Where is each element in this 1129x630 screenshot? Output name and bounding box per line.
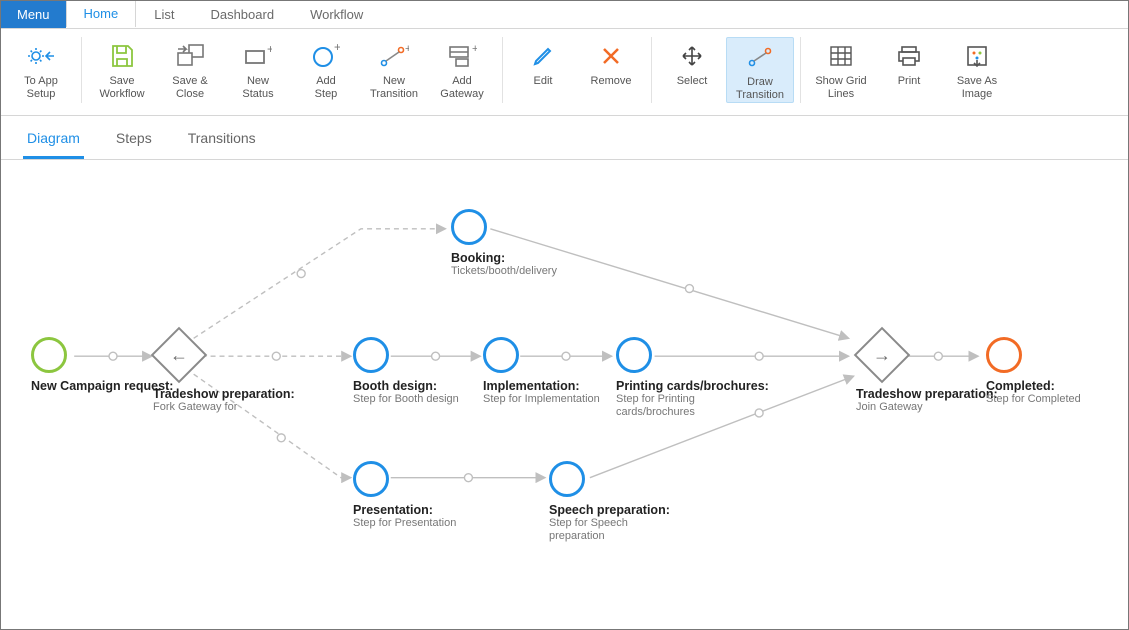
tab-list[interactable]: List (136, 1, 192, 28)
node-presentation[interactable]: Presentation: Step for Presentation (353, 461, 456, 530)
tab-workflow[interactable]: Workflow (292, 1, 381, 28)
save-image-icon (960, 41, 994, 71)
ribbon-label: Print (898, 75, 921, 88)
node-desc: Step for Completed (986, 393, 1081, 406)
ribbon-new-transition[interactable]: + NewTransition (360, 37, 428, 103)
ribbon-add-gateway[interactable]: + AddGateway (428, 37, 496, 103)
node-desc: Step for Printing cards/brochures (616, 393, 746, 419)
end-event-icon (986, 337, 1022, 373)
svg-text:+: + (472, 44, 477, 55)
menu-button[interactable]: Menu (1, 1, 66, 28)
node-completed[interactable]: Completed: Step for Completed (986, 337, 1081, 406)
node-implementation[interactable]: Implementation: Step for Implementation (483, 337, 600, 406)
pencil-icon (526, 41, 560, 71)
gateway-fork-icon: ← (159, 335, 295, 375)
ribbon-edit[interactable]: Edit (509, 37, 577, 103)
node-booth-design[interactable]: Booth design: Step for Booth design (353, 337, 459, 406)
node-desc: Fork Gateway for (153, 401, 283, 414)
new-transition-icon: + (377, 41, 411, 71)
ribbon-label: DrawTransition (736, 76, 784, 102)
node-desc: Step for Booth design (353, 393, 459, 406)
node-printing[interactable]: Printing cards/brochures: Step for Print… (616, 337, 769, 419)
node-title: Tradeshow preparation: (153, 387, 295, 401)
node-title: Speech preparation: (549, 503, 679, 517)
node-title: Booth design: (353, 379, 459, 393)
ribbon-to-app-setup[interactable]: To AppSetup (7, 37, 75, 103)
ribbon-draw-transition[interactable]: DrawTransition (726, 37, 794, 103)
start-event-icon (31, 337, 67, 373)
node-desc: Step for Presentation (353, 517, 456, 530)
node-desc: Join Gateway (856, 401, 986, 414)
ribbon-label: AddStep (315, 75, 338, 101)
node-booking[interactable]: Booking: Tickets/booth/delivery (451, 209, 557, 278)
ribbon-label: NewTransition (370, 75, 418, 101)
node-desc: Step for Speech preparation (549, 517, 679, 543)
svg-text:+: + (405, 44, 409, 55)
node-title: Presentation: (353, 503, 456, 517)
task-icon (483, 337, 519, 373)
node-title: Printing cards/brochures: (616, 379, 769, 393)
draw-transition-icon (743, 42, 777, 72)
ribbon-label: Edit (534, 75, 553, 88)
ribbon-label: Save AsImage (957, 75, 997, 101)
app-window: Menu Home List Dashboard Workflow To App… (0, 0, 1129, 630)
ribbon-save-image[interactable]: Save AsImage (943, 37, 1011, 103)
task-icon (353, 461, 389, 497)
ribbon-label: To AppSetup (24, 75, 58, 101)
add-gateway-icon: + (445, 41, 479, 71)
add-step-icon: + (309, 41, 343, 71)
node-speech[interactable]: Speech preparation: Step for Speech prep… (549, 461, 679, 543)
subtab-transitions[interactable]: Transitions (184, 126, 260, 159)
tab-dashboard[interactable]: Dashboard (192, 1, 292, 28)
sub-tabs: Diagram Steps Transitions (1, 116, 1128, 160)
remove-icon (594, 41, 628, 71)
ribbon-label: Remove (591, 75, 632, 88)
task-icon (549, 461, 585, 497)
ribbon-label: NewStatus (242, 75, 273, 101)
subtab-steps[interactable]: Steps (112, 126, 156, 159)
ribbon-label: Select (677, 75, 708, 88)
svg-text:+: + (334, 43, 340, 54)
gear-back-icon (24, 41, 58, 71)
node-title: Implementation: (483, 379, 600, 393)
ribbon-save-close[interactable]: Save &Close (156, 37, 224, 103)
ribbon-new-status[interactable]: + NewStatus (224, 37, 292, 103)
subtab-diagram[interactable]: Diagram (23, 126, 84, 159)
task-icon (353, 337, 389, 373)
save-icon (105, 41, 139, 71)
ribbon-label: AddGateway (440, 75, 483, 101)
node-title: Booking: (451, 251, 557, 265)
print-icon (892, 41, 926, 71)
ribbon-select[interactable]: Select (658, 37, 726, 103)
ribbon-label: Save &Close (172, 75, 207, 101)
ribbon-show-grid[interactable]: Show GridLines (807, 37, 875, 103)
save-close-icon (173, 41, 207, 71)
top-nav: Menu Home List Dashboard Workflow (1, 1, 1128, 29)
ribbon-label: Show GridLines (815, 75, 866, 101)
ribbon-add-step[interactable]: + AddStep (292, 37, 360, 103)
gateway-join-icon: → (862, 335, 998, 375)
node-desc: Step for Implementation (483, 393, 600, 406)
svg-text:+: + (267, 45, 272, 56)
ribbon-label: SaveWorkflow (99, 75, 144, 101)
node-fork-gateway[interactable]: ← Tradeshow preparation: Fork Gateway fo… (153, 335, 295, 414)
node-join-gateway[interactable]: → Tradeshow preparation: Join Gateway (856, 335, 998, 414)
node-desc: Tickets/booth/delivery (451, 265, 557, 278)
ribbon-toolbar: To AppSetup SaveWorkflow Save &Close (1, 29, 1128, 116)
diagram-canvas[interactable]: New Campaign request: ← Tradeshow prepar… (1, 179, 1128, 629)
node-title: Tradeshow preparation: (856, 387, 998, 401)
task-icon (451, 209, 487, 245)
node-title: Completed: (986, 379, 1081, 393)
ribbon-print[interactable]: Print (875, 37, 943, 103)
new-status-icon: + (241, 41, 275, 71)
ribbon-save-workflow[interactable]: SaveWorkflow (88, 37, 156, 103)
ribbon-remove[interactable]: Remove (577, 37, 645, 103)
grid-icon (824, 41, 858, 71)
move-icon (675, 41, 709, 71)
task-icon (616, 337, 652, 373)
tab-home[interactable]: Home (66, 1, 137, 28)
